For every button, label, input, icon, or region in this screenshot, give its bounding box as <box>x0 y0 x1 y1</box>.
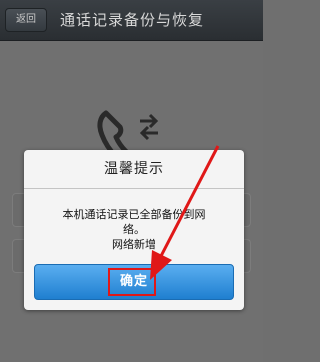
dialog-divider <box>24 188 244 189</box>
alert-dialog: 温馨提示 本机通话记录已全部备份到网 络。 网络新增 确定 <box>24 150 244 310</box>
dialog-message-line: 本机通话记录已全部备份到网 <box>62 208 206 221</box>
page-title: 通话记录备份与恢复 <box>60 11 205 29</box>
dialog-message: 本机通话记录已全部备份到网 络。 网络新增 <box>38 207 230 252</box>
dialog-message-line: 网络新增 <box>112 238 156 251</box>
ok-button[interactable]: 确定 <box>34 264 234 300</box>
back-button[interactable]: 返回 <box>5 8 47 32</box>
app-header: 返回 通话记录备份与恢复 <box>0 0 263 41</box>
dialog-message-line: 络。 <box>123 223 145 236</box>
dialog-title: 温馨提示 <box>104 161 164 177</box>
ok-button-label: 确定 <box>119 274 148 289</box>
